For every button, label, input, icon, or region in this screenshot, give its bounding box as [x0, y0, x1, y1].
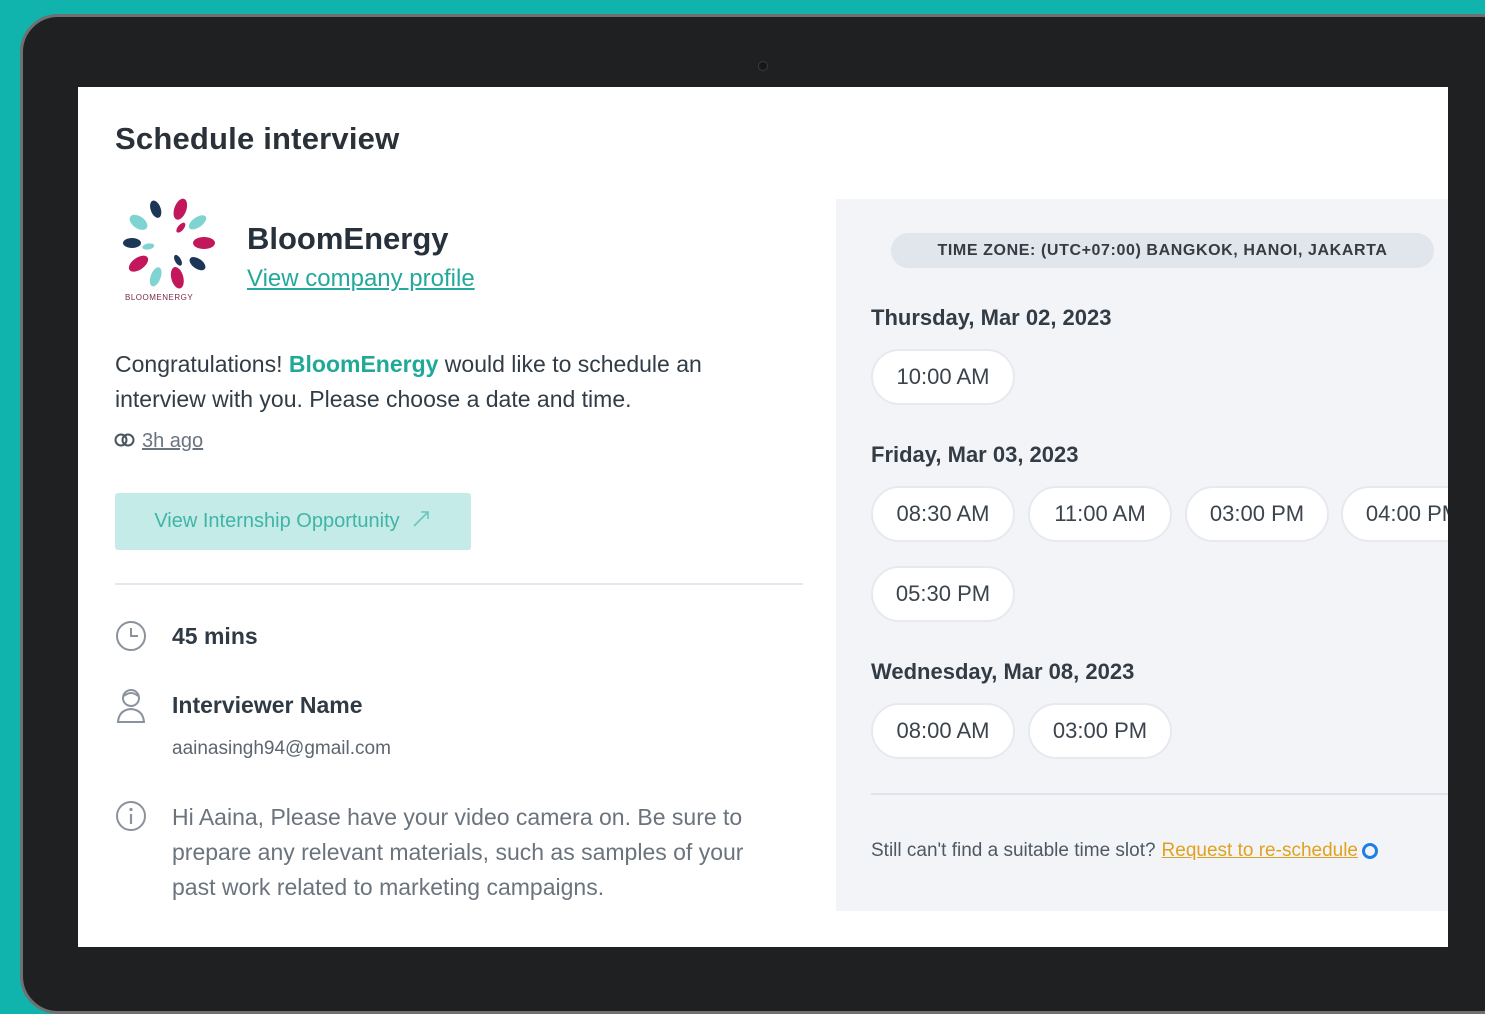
reschedule-prompt: Still can't find a suitable time slot?	[871, 840, 1156, 861]
timezone-badge: TIME ZONE: (UTC+07:00) BANGKOK, HANOI, J…	[891, 233, 1434, 268]
time-slot-panel: TIME ZONE: (UTC+07:00) BANGKOK, HANOI, J…	[836, 199, 1448, 911]
view-internship-opportunity-label: View Internship Opportunity	[154, 510, 400, 532]
interviewer-email: aainasingh94@gmail.com	[172, 738, 391, 759]
interviewer-row: Interviewer Name	[115, 687, 362, 725]
interviewer-name: Interviewer Name	[172, 692, 363, 718]
time-slot-button[interactable]: 04:00 PM	[1341, 486, 1448, 542]
time-slot-button[interactable]: 10:00 AM	[871, 349, 1015, 405]
interviewer-note: Hi Aaina, Please have your video camera …	[172, 804, 744, 900]
logo-wordmark: BLOOMENERGY	[125, 293, 194, 302]
info-icon	[115, 800, 153, 838]
duration-label: 45 mins	[172, 623, 258, 649]
view-internship-opportunity-button[interactable]: View Internship Opportunity	[115, 493, 471, 550]
screen: Schedule interview BLOOMENERGY BloomEner…	[78, 87, 1448, 947]
day-label: Friday, Mar 03, 2023	[871, 442, 1079, 467]
person-icon	[115, 687, 153, 725]
view-company-profile-link[interactable]: View company profile	[247, 265, 475, 293]
panel-divider	[871, 793, 1448, 795]
company-name: BloomEnergy	[247, 221, 449, 256]
interviewer-note-row: Hi Aaina, Please have your video camera …	[115, 800, 792, 905]
status-dot-icon	[1362, 843, 1378, 859]
page-title: Schedule interview	[115, 121, 400, 156]
views-icon	[114, 430, 136, 453]
posted-time: 3h ago	[114, 430, 203, 453]
webcam	[758, 61, 768, 71]
time-slot-button[interactable]: 05:30 PM	[871, 566, 1015, 622]
company-logo: BLOOMENERGY	[118, 193, 230, 313]
clock-icon	[115, 620, 153, 658]
time-slot-button[interactable]: 03:00 PM	[1185, 486, 1329, 542]
day-label: Wednesday, Mar 08, 2023	[871, 659, 1135, 684]
external-link-icon	[410, 508, 432, 536]
section-divider	[115, 583, 803, 585]
time-slot-button[interactable]: 03:00 PM	[1028, 703, 1172, 759]
duration-row: 45 mins	[115, 620, 258, 658]
day-label: Thursday, Mar 02, 2023	[871, 305, 1112, 330]
time-slot-button[interactable]: 08:00 AM	[871, 703, 1015, 759]
intro-prefix: Congratulations!	[115, 351, 289, 377]
posted-time-label: 3h ago	[142, 430, 204, 452]
intro-company-name: BloomEnergy	[288, 351, 439, 377]
intro-message: Congratulations! BloomEnergy would like …	[115, 347, 755, 417]
request-reschedule-link[interactable]: Request to re-schedule	[1162, 840, 1358, 862]
time-slot-button[interactable]: 08:30 AM	[871, 486, 1015, 542]
reschedule-row: Still can't find a suitable time slot? R…	[871, 840, 1378, 862]
time-slot-button[interactable]: 11:00 AM	[1028, 486, 1172, 542]
